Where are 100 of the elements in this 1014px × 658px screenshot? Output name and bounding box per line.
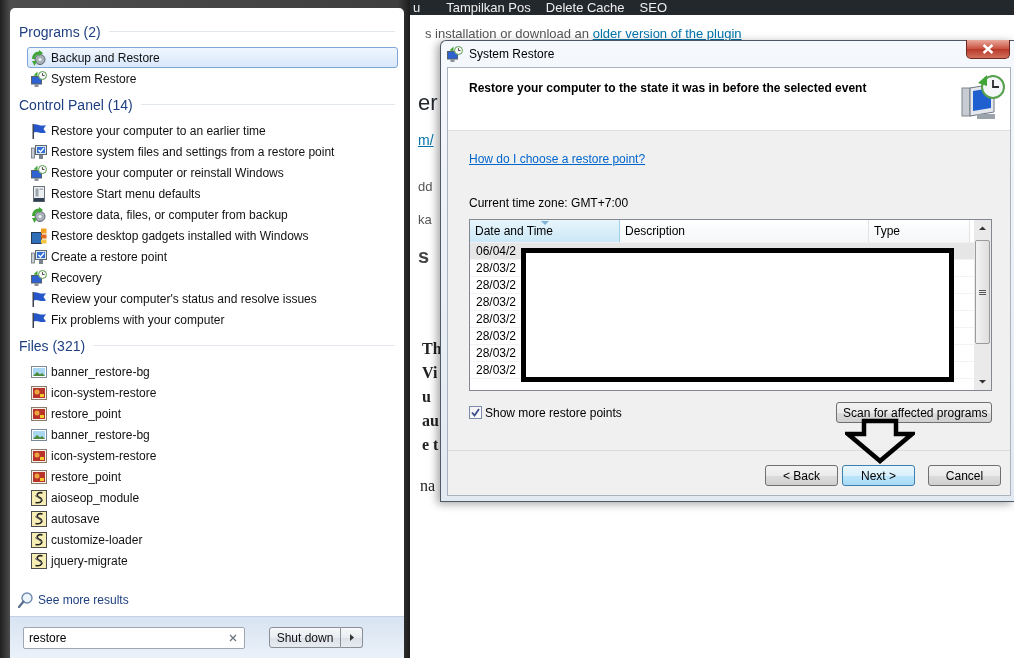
checkbox-label[interactable]: Show more restore points: [485, 405, 622, 420]
scroll-thumb[interactable]: [975, 240, 990, 344]
admin-menu-link[interactable]: Delete Cache: [545, 0, 625, 15]
flag-icon: [31, 122, 47, 139]
time-zone-text: Current time zone: GMT+7:00: [469, 195, 629, 211]
result-item[interactable]: restore_point: [27, 466, 398, 487]
checkbox[interactable]: [469, 406, 482, 419]
result-item[interactable]: Restore desktop gadgets installed with Windows: [27, 225, 398, 246]
see-more-link[interactable]: See more results: [18, 590, 129, 610]
result-item[interactable]: Restore system files and settings from a restore point: [27, 141, 398, 162]
script-file-icon: [31, 489, 47, 506]
page-text: u: [422, 387, 431, 407]
help-link[interactable]: How do I choose a restore point?: [469, 151, 646, 167]
arrows-disk-icon: [31, 49, 47, 66]
gadget-icon: [31, 227, 47, 244]
dialog-heading: Restore your computer to the state it was in before the selected event: [469, 80, 867, 96]
page-text: dd: [418, 178, 433, 196]
table-cell: 06/04/2: [476, 244, 517, 258]
script-file-icon: [31, 531, 47, 548]
monitor-check-icon: [31, 143, 47, 160]
monitor-check-icon: [31, 248, 47, 265]
image-file-icon: [31, 363, 47, 380]
result-item[interactable]: jquery-migrate: [27, 550, 398, 571]
admin-menu-link[interactable]: Tampilkan Pos: [446, 0, 531, 15]
dialog-button[interactable]: < Back: [765, 465, 838, 486]
clear-icon[interactable]: [229, 633, 237, 642]
scan-button[interactable]: Scan for affected programs: [836, 402, 992, 423]
checkmark-icon: [471, 408, 480, 417]
group-title: Programs (2): [19, 23, 101, 40]
table-cell: 28/03/2: [476, 363, 517, 377]
page-text: na: [420, 476, 436, 496]
picture-file-icon: [31, 405, 47, 422]
result-item[interactable]: Restore your computer to an earlier time: [27, 120, 398, 141]
script-file-icon: [31, 510, 47, 527]
arrows-disk-icon: [31, 206, 47, 223]
result-item[interactable]: Backup and Restore: [27, 47, 398, 68]
monitor-clock-icon: [447, 46, 463, 62]
result-item[interactable]: customize-loader: [27, 529, 398, 550]
plugin-link[interactable]: older version of the plugin: [592, 26, 742, 41]
page-link[interactable]: m/: [418, 131, 434, 149]
result-item[interactable]: restore_point: [27, 403, 398, 424]
result-item[interactable]: icon-system-restore: [27, 382, 398, 403]
shutdown-options-button[interactable]: [341, 627, 363, 648]
grip-icon: [979, 289, 986, 295]
result-item[interactable]: Fix problems with your computer: [27, 309, 398, 330]
page-text: ka: [418, 211, 432, 229]
flag-icon: [31, 311, 47, 328]
image-file-icon: [31, 426, 47, 443]
monitor-clock-icon: [31, 70, 47, 87]
monitor-clock-icon: [960, 74, 1006, 120]
result-item[interactable]: aioseop_module: [27, 487, 398, 508]
table-cell: 28/03/2: [476, 346, 517, 360]
result-item[interactable]: Create a restore point: [27, 246, 398, 267]
result-item[interactable]: Restore your computer or reinstall Windows: [27, 162, 398, 183]
caret-icon: [349, 634, 354, 641]
page-text: Vi: [422, 363, 438, 383]
result-item[interactable]: autosave: [27, 508, 398, 529]
shutdown-button[interactable]: Shut down: [269, 627, 341, 648]
result-item[interactable]: Recovery: [27, 267, 398, 288]
result-item[interactable]: Restore Start menu defaults: [27, 183, 398, 204]
admin-menu-link[interactable]: SEO: [639, 0, 668, 15]
picture-file-icon: [31, 384, 47, 401]
admin-menu-link[interactable]: u: [413, 0, 421, 15]
taskbar-icon: [31, 185, 47, 202]
table-cell: 28/03/2: [476, 329, 517, 343]
notice-text: s installation or download an older version of the plugin: [425, 27, 743, 40]
page-heading: er: [418, 90, 438, 116]
table-cell: 28/03/2: [476, 312, 517, 326]
table-cell: 28/03/2: [476, 261, 517, 275]
column-header[interactable]: Date and Time: [470, 220, 620, 242]
sort-icon: [540, 221, 549, 225]
result-item[interactable]: Restore data, files, or computer from backup: [27, 204, 398, 225]
monitor-clock-icon: [31, 164, 47, 181]
monitor-clock-icon: [31, 269, 47, 286]
result-item[interactable]: Review your computer's status and resolve issues: [27, 288, 398, 309]
result-item[interactable]: banner_restore-bg: [27, 424, 398, 445]
search-field[interactable]: restore: [23, 626, 245, 649]
page-text: au: [422, 411, 439, 431]
flag-icon: [31, 290, 47, 307]
picture-file-icon: [31, 447, 47, 464]
page-text: e t: [422, 435, 439, 455]
group-title: Files (321): [19, 337, 86, 354]
window-title: System Restore: [469, 47, 555, 61]
column-header[interactable]: Description: [620, 220, 869, 242]
search-icon: [18, 592, 33, 608]
group-title: Control Panel (14): [19, 96, 133, 113]
arrow-overlay: [845, 418, 915, 464]
dialog-button[interactable]: Cancel: [928, 465, 1001, 486]
dialog-button[interactable]: Next >: [842, 465, 915, 486]
page-heading: s: [418, 244, 430, 268]
table-cell: 28/03/2: [476, 278, 517, 292]
column-header[interactable]: Type: [869, 220, 970, 242]
result-item[interactable]: banner_restore-bg: [27, 361, 398, 382]
table-cell: 28/03/2: [476, 295, 517, 309]
result-item[interactable]: icon-system-restore: [27, 445, 398, 466]
close-icon: [982, 44, 994, 54]
script-file-icon: [31, 552, 47, 569]
picture-file-icon: [31, 468, 47, 485]
close-button[interactable]: [966, 40, 1010, 59]
result-item[interactable]: System Restore: [27, 68, 398, 89]
